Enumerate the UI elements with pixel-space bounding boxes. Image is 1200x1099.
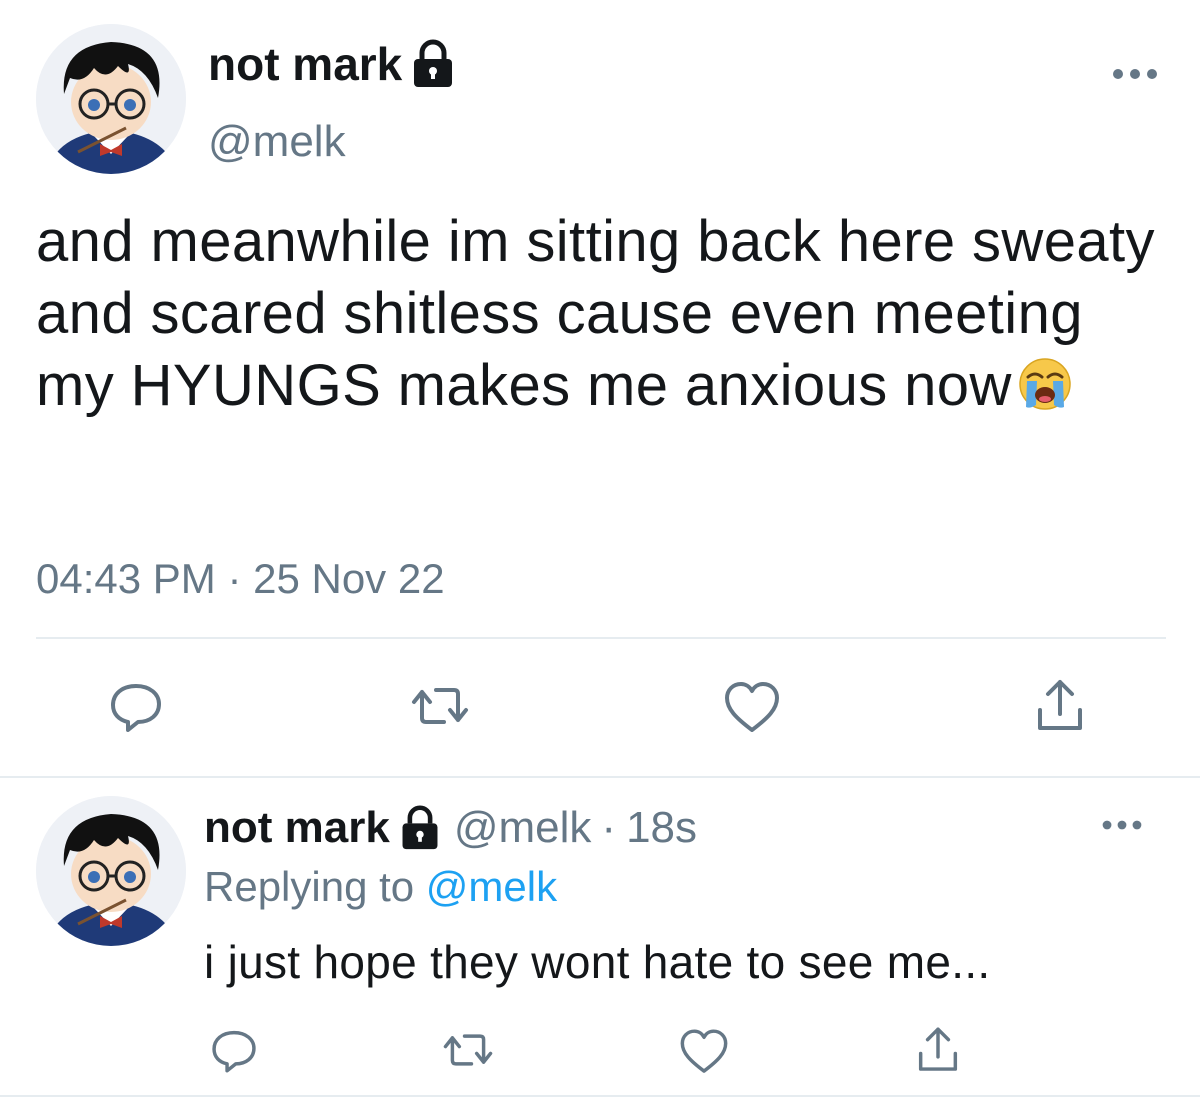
avatar-image — [36, 796, 186, 946]
author-name-text: not mark — [208, 38, 403, 90]
author-handle[interactable]: @melk — [208, 112, 346, 172]
separator-dot: · — [601, 803, 617, 852]
reply-icon[interactable] — [106, 676, 166, 736]
loudly-crying-face-icon — [1018, 356, 1072, 410]
lock-icon — [410, 39, 456, 89]
avatar[interactable] — [36, 24, 186, 174]
share-icon[interactable] — [912, 1024, 964, 1076]
avatar-image — [36, 24, 186, 174]
replying-to-handle[interactable]: @melk — [426, 863, 557, 910]
reply-text: i just hope they wont hate to see me... — [204, 936, 991, 988]
heart-icon[interactable] — [678, 1026, 730, 1078]
author-name[interactable]: not mark — [208, 34, 456, 94]
more-horizontal-icon[interactable] — [1110, 64, 1160, 84]
lock-icon — [398, 805, 442, 851]
tweet-text: and meanwhile im sitting back here sweat… — [36, 206, 1176, 422]
share-icon[interactable] — [1030, 676, 1090, 736]
retweet-icon[interactable] — [442, 1024, 494, 1076]
retweet-icon[interactable] — [410, 676, 470, 736]
reply-time[interactable]: 18s — [626, 798, 697, 858]
divider — [36, 637, 1166, 639]
bottom-divider — [0, 1095, 1200, 1097]
reply-author-handle[interactable]: @melk — [454, 798, 592, 858]
tweet-timestamp[interactable]: 04:43 PM · 25 Nov 22 — [36, 552, 445, 606]
section-divider — [0, 776, 1200, 778]
reply-header: not mark @melk · 18s — [204, 798, 697, 858]
replying-to: Replying to @melk — [204, 858, 557, 916]
reply-avatar[interactable] — [36, 796, 186, 946]
reply-author-name[interactable]: not mark — [204, 798, 390, 858]
heart-icon[interactable] — [722, 678, 782, 738]
more-horizontal-icon[interactable] — [1100, 816, 1150, 836]
reply-icon[interactable] — [208, 1024, 260, 1076]
replying-to-label: Replying to — [204, 863, 415, 910]
tweet-body: and meanwhile im sitting back here sweat… — [36, 209, 1172, 418]
